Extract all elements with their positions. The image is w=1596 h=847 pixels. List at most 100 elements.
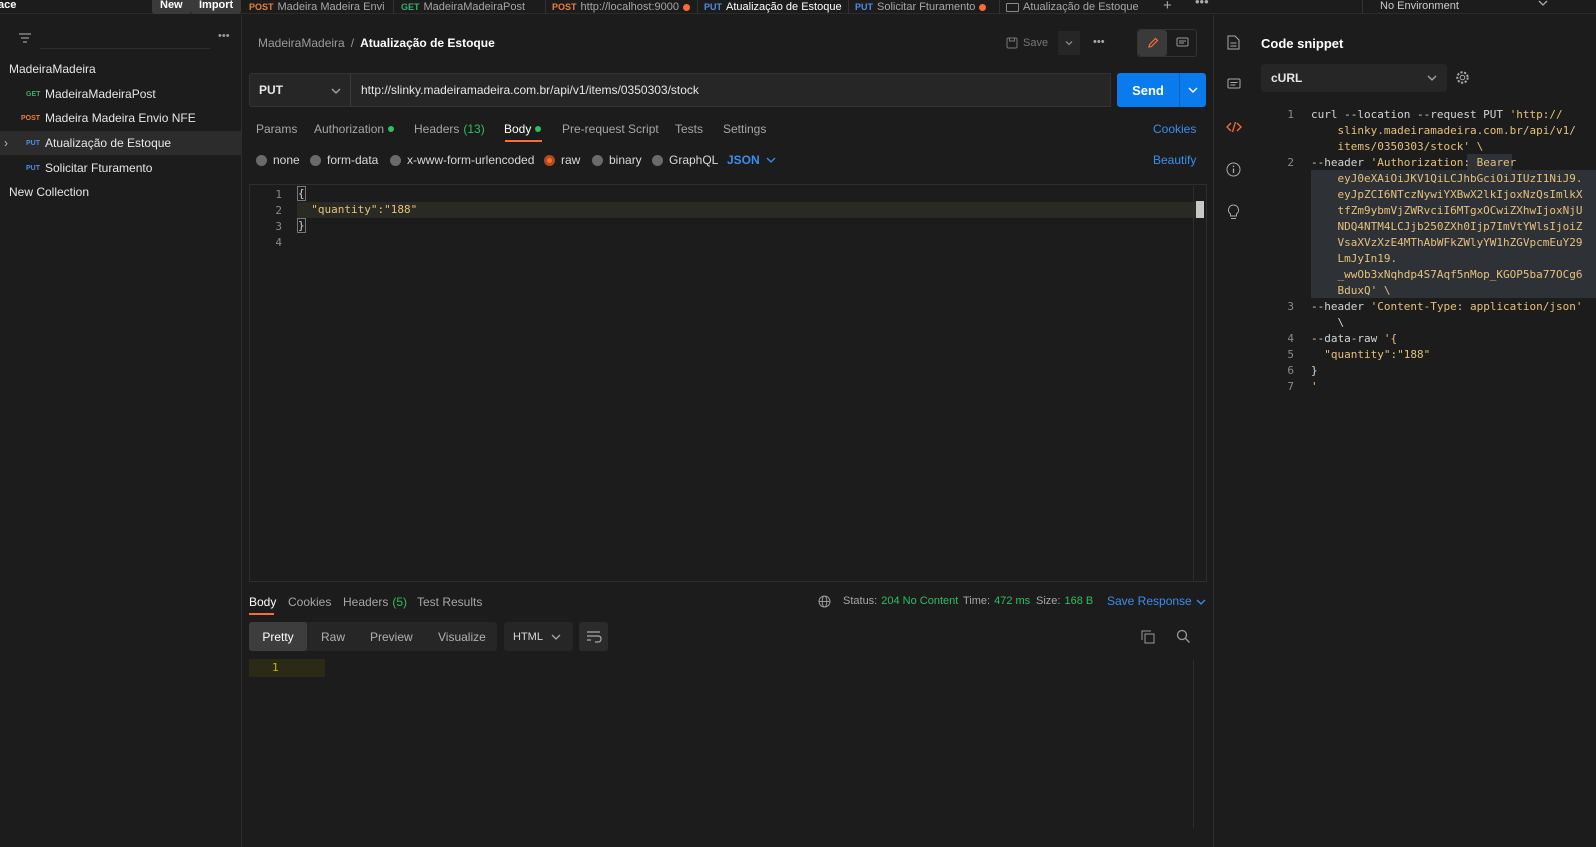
info-icon[interactable] — [1226, 162, 1241, 177]
request-tab[interactable]: POST Madeira Madeira Envi — [249, 0, 389, 14]
send-dropdown-button[interactable] — [1179, 73, 1206, 107]
snippet-title: Code snippet — [1261, 36, 1344, 51]
view-pretty[interactable]: Pretty — [249, 622, 307, 651]
save-icon — [1006, 37, 1018, 49]
response-tab-headers[interactable]: Headers (5) — [343, 595, 407, 609]
line-number: 1 — [272, 661, 279, 674]
unsaved-dot — [979, 3, 987, 11]
radio-none[interactable]: none — [256, 153, 300, 167]
request-tab[interactable]: GET MadeiraMadeiraPost — [401, 0, 541, 14]
tab-body[interactable]: Body — [504, 120, 542, 138]
save-dropdown-button[interactable] — [1058, 31, 1080, 55]
cookies-link[interactable]: Cookies — [1153, 120, 1196, 138]
filter-icon[interactable] — [18, 32, 32, 44]
sidebar-item[interactable]: GET MadeiraMadeiraPost — [0, 82, 242, 106]
comment-icon[interactable] — [1168, 30, 1196, 56]
search-icon[interactable] — [1176, 629, 1191, 644]
add-tab-icon[interactable]: + — [1163, 0, 1172, 14]
top-bar: ace New Import POST Madeira Madeira Envi… — [0, 0, 1596, 14]
chevron-right-icon[interactable]: › — [4, 136, 8, 150]
comments-icon[interactable] — [1227, 78, 1241, 91]
tab-headers[interactable]: Headers (13) — [414, 120, 485, 138]
url-input[interactable]: http://slinky.madeiramadeira.com.br/api/… — [350, 73, 1111, 107]
status-badge[interactable]: 204 No Content — [881, 595, 958, 607]
line-number: 4 — [1287, 332, 1294, 345]
code-line: NDQ4NTM4LCJjb250ZXh0Ijp7ImVtYWlsIjoiZ — [1311, 220, 1583, 233]
language-select[interactable]: JSON — [727, 153, 776, 167]
breadcrumb-parent[interactable]: MadeiraMadeira — [258, 36, 345, 50]
send-button[interactable]: Send — [1117, 73, 1179, 107]
sidebar-item-selected[interactable]: › PUT Atualização de Estoque — [0, 131, 242, 155]
document-icon[interactable] — [1227, 35, 1240, 50]
response-tab-body[interactable]: Body — [249, 595, 276, 609]
radio-binary[interactable]: binary — [592, 153, 642, 167]
request-tab[interactable]: Atualização de Estoque — [1006, 0, 1146, 14]
method-select[interactable]: PUT — [249, 73, 351, 107]
tab-params[interactable]: Params — [256, 120, 297, 138]
chevron-down-icon[interactable] — [1538, 0, 1548, 8]
sidebar-search-input[interactable] — [40, 31, 210, 49]
current-line-highlight — [297, 202, 1198, 218]
view-preview[interactable]: Preview — [370, 622, 413, 651]
more-actions-icon[interactable]: ••• — [1093, 36, 1105, 48]
code-icon[interactable] — [1226, 121, 1242, 133]
more-tabs-icon[interactable]: ••• — [1195, 0, 1209, 9]
page-title[interactable]: Atualização de Estoque — [360, 36, 495, 50]
radio-urlencoded[interactable]: x-www-form-urlencoded — [390, 153, 534, 167]
save-response-button[interactable]: Save Response — [1107, 594, 1206, 608]
environment-select[interactable]: No Environment — [1380, 0, 1459, 12]
snippet-language-select[interactable]: cURL — [1261, 64, 1447, 92]
body-editor[interactable] — [249, 184, 1207, 582]
request-tab[interactable]: PUT Solicitar Fturamento — [855, 0, 995, 14]
request-tab-active[interactable]: PUT Atualização de Estoque — [704, 0, 844, 14]
workspace-name: ace — [0, 0, 17, 11]
line-number: 3 — [1287, 300, 1294, 313]
chevron-down-icon — [1188, 87, 1198, 93]
code-line: "quantity":"188" — [298, 203, 418, 216]
tab-settings[interactable]: Settings — [723, 120, 766, 138]
chevron-down-icon — [331, 88, 341, 94]
line-number: 1 — [275, 188, 282, 201]
code-line: ' — [1311, 380, 1318, 393]
sidebar-more-icon[interactable]: ••• — [218, 30, 230, 42]
line-number: 1 — [1287, 108, 1294, 121]
scrollbar-thumb[interactable] — [1196, 201, 1204, 218]
code-line: LmJyIn19. — [1311, 252, 1398, 265]
tab-prerequest[interactable]: Pre-request Script — [562, 120, 659, 138]
tab-authorization[interactable]: Authorization — [314, 120, 395, 138]
response-tab-cookies[interactable]: Cookies — [288, 595, 331, 609]
code-line: --header 'Authorization: Bearer — [1311, 156, 1517, 169]
beautify-link[interactable]: Beautify — [1153, 153, 1196, 167]
radio-form-data[interactable]: form-data — [310, 153, 378, 167]
view-raw[interactable]: Raw — [321, 622, 345, 651]
edit-icon[interactable] — [1138, 30, 1167, 56]
wrap-lines-icon[interactable] — [579, 622, 608, 651]
breadcrumb: MadeiraMadeira / Atualização de Estoque — [258, 36, 495, 50]
sidebar-item[interactable]: PUT Solicitar Fturamento — [0, 156, 242, 180]
response-tab-tests[interactable]: Test Results — [417, 595, 482, 609]
tab-tests[interactable]: Tests — [675, 120, 703, 138]
line-number: 3 — [275, 220, 282, 233]
save-button[interactable]: Save — [998, 31, 1058, 55]
view-visualize[interactable]: Visualize — [438, 622, 486, 651]
radio-graphql[interactable]: GraphQL — [652, 153, 718, 167]
line-number: 2 — [1287, 156, 1294, 169]
code-line: _wwOb3xNqhdp4S7Aqf5nMop_KGOP5ba77OCg6 — [1311, 268, 1583, 281]
sidebar-new-collection[interactable]: New Collection — [0, 180, 242, 204]
gear-icon[interactable] — [1455, 70, 1470, 85]
radio-raw[interactable]: raw — [544, 153, 580, 167]
globe-icon[interactable] — [818, 595, 831, 608]
chevron-down-icon — [551, 634, 561, 640]
response-time: Time: 472 ms — [963, 595, 1031, 607]
lightbulb-icon[interactable] — [1227, 204, 1240, 220]
response-format-select[interactable]: HTML — [504, 622, 573, 651]
copy-icon[interactable] — [1141, 630, 1155, 644]
code-line: --data-raw '{ — [1311, 332, 1398, 345]
code-line: --header 'Content-Type: application/json… — [1311, 300, 1583, 313]
import-button[interactable]: Import — [191, 0, 242, 14]
code-line: slinky.madeiramadeira.com.br/api/v1/ — [1311, 124, 1576, 137]
request-tab[interactable]: POST http://localhost:9000 — [552, 0, 692, 14]
new-button[interactable]: New — [152, 0, 191, 14]
sidebar-collection[interactable]: MadeiraMadeira — [0, 57, 242, 81]
sidebar-item[interactable]: POST Madeira Madeira Envio NFE — [0, 106, 242, 130]
